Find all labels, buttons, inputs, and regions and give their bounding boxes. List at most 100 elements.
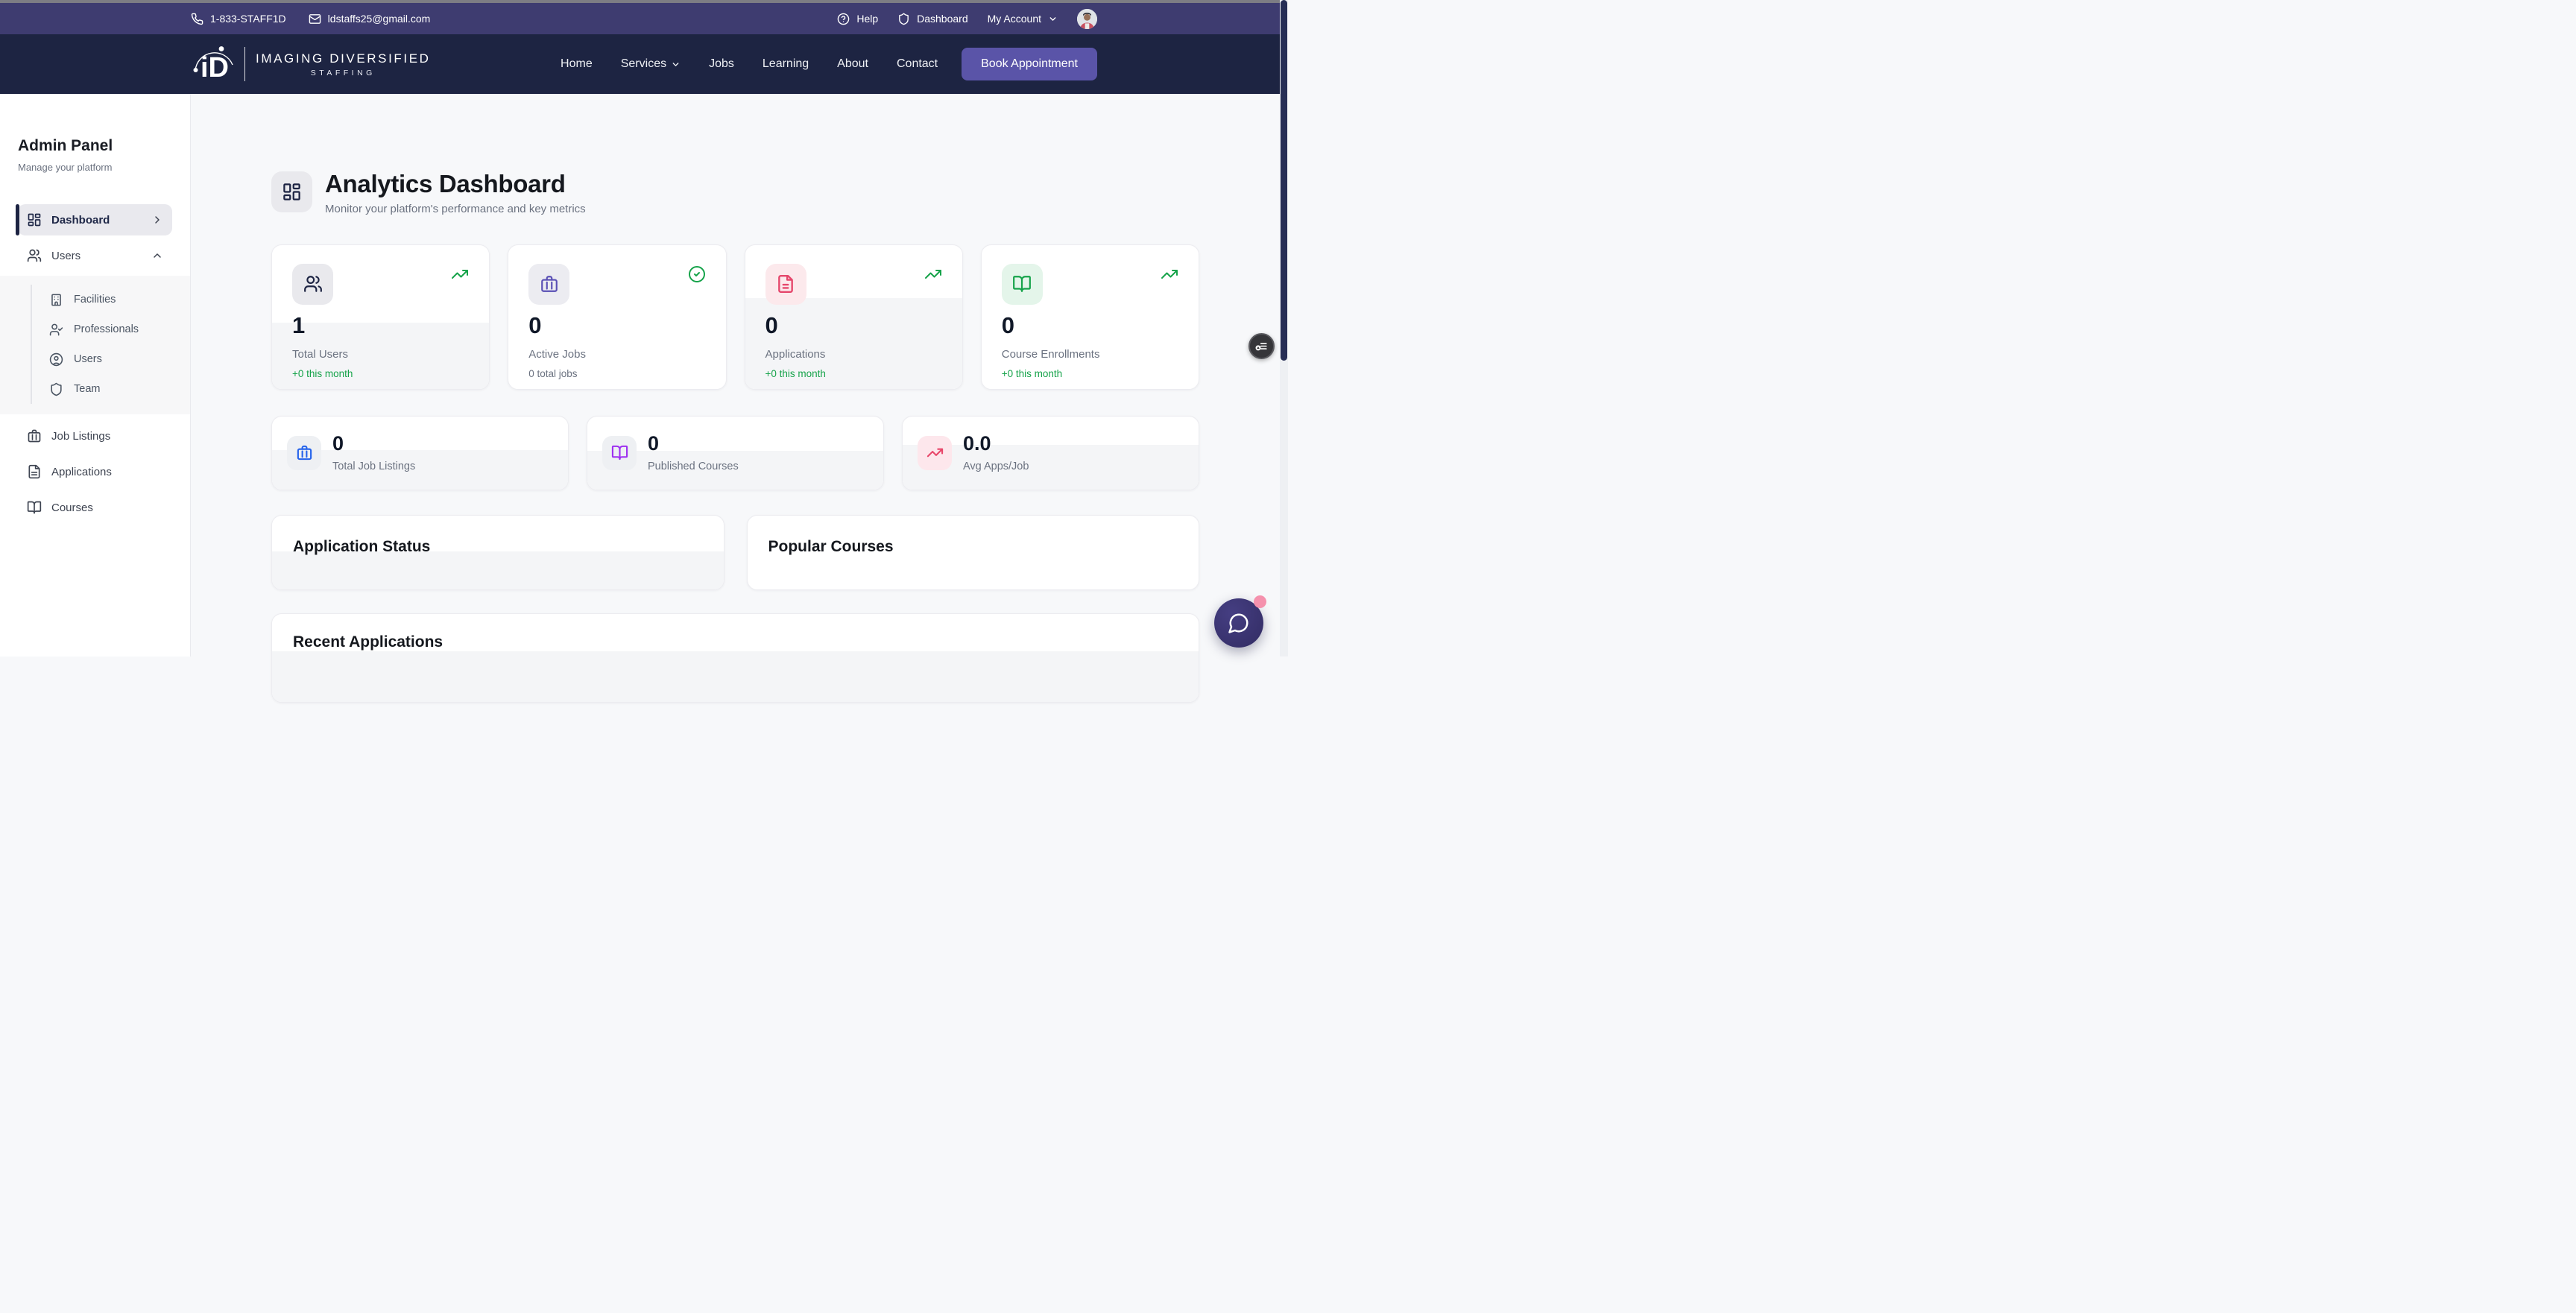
sidebar-item-users[interactable]: Users bbox=[18, 240, 172, 271]
help-link[interactable]: Help bbox=[837, 13, 878, 25]
sidebar-subtitle: Manage your platform bbox=[18, 162, 172, 173]
scrollbar-thumb[interactable] bbox=[1281, 0, 1287, 361]
book-open-icon bbox=[602, 436, 637, 470]
stat-delta: +0 this month bbox=[765, 368, 942, 379]
mini-card-total-job-listings: 0 Total Job Listings bbox=[271, 416, 569, 490]
shield-icon bbox=[49, 382, 63, 396]
book-open-icon bbox=[1002, 264, 1043, 305]
dashboard-link[interactable]: Dashboard bbox=[897, 13, 968, 25]
main-navbar: iD IMAGING DIVERSIFIED STAFFING Home Ser… bbox=[0, 34, 1288, 94]
nav-label: About bbox=[837, 57, 868, 71]
sidebar-subitem-label: Users bbox=[74, 353, 102, 365]
logo-mark-icon: iD bbox=[191, 42, 239, 86]
nav-item-services[interactable]: Services bbox=[621, 57, 681, 71]
mini-card-published-courses: 0 Published Courses bbox=[587, 416, 884, 490]
nav-label: Services bbox=[621, 57, 666, 71]
stat-card-active-jobs: 0 Active Jobs 0 total jobs bbox=[508, 244, 726, 390]
nav-links: Home Services Jobs Learning About Contac… bbox=[561, 57, 938, 71]
sidebar-subitem-facilities[interactable]: Facilities bbox=[32, 285, 190, 314]
chevron-right-icon bbox=[151, 214, 163, 226]
trending-up-icon bbox=[918, 436, 952, 470]
recent-applications-card: Recent Applications bbox=[271, 613, 1199, 703]
book-open-icon bbox=[27, 500, 42, 515]
sidebar-item-label: Job Listings bbox=[51, 430, 110, 443]
stat-label: Active Jobs bbox=[528, 348, 705, 361]
sidebar-item-job-listings[interactable]: Job Listings bbox=[18, 420, 172, 452]
section-title: Application Status bbox=[293, 538, 703, 556]
sidebar-item-dashboard[interactable]: Dashboard bbox=[18, 204, 172, 235]
nav-item-learning[interactable]: Learning bbox=[763, 57, 809, 71]
sidebar-item-courses[interactable]: Courses bbox=[18, 492, 172, 523]
list-menu-icon bbox=[1254, 339, 1269, 353]
chevron-up-icon bbox=[151, 250, 163, 262]
circle-user-icon bbox=[49, 352, 63, 367]
brand-tagline: STAFFING bbox=[256, 69, 431, 77]
nav-item-home[interactable]: Home bbox=[561, 57, 593, 71]
book-appointment-button[interactable]: Book Appointment bbox=[962, 48, 1097, 80]
email-address: ldstaffs25@gmail.com bbox=[328, 13, 431, 25]
mini-stat-label: Avg Apps/Job bbox=[963, 461, 1029, 472]
mini-stat-value: 0 bbox=[648, 434, 739, 454]
my-account-menu[interactable]: My Account bbox=[988, 13, 1058, 25]
screen: 1-833-STAFF1D ldstaffs25@gmail.com Help bbox=[0, 0, 1288, 656]
sidebar-item-applications[interactable]: Applications bbox=[18, 456, 172, 487]
analytics-grid-icon bbox=[271, 171, 312, 212]
mini-stats-grid: 0 Total Job Listings 0 Published Courses bbox=[271, 416, 1199, 490]
help-label: Help bbox=[856, 13, 878, 25]
topbar: 1-833-STAFF1D ldstaffs25@gmail.com Help bbox=[0, 3, 1288, 34]
nav-item-contact[interactable]: Contact bbox=[897, 57, 938, 71]
brand-divider bbox=[244, 47, 245, 81]
section-title: Popular Courses bbox=[768, 538, 1178, 556]
mini-stat-label: Total Job Listings bbox=[332, 461, 415, 472]
stat-card-total-users: 1 Total Users +0 this month bbox=[271, 244, 490, 390]
dashboard-grid-icon bbox=[27, 212, 42, 227]
page-scrollbar bbox=[1280, 0, 1288, 656]
mini-stat-label: Published Courses bbox=[648, 461, 739, 472]
sidebar-subitem-label: Professionals bbox=[74, 323, 139, 335]
popular-courses-card: Popular Courses bbox=[747, 515, 1200, 590]
section-title: Recent Applications bbox=[293, 633, 1178, 651]
shield-icon bbox=[897, 13, 910, 25]
user-avatar[interactable] bbox=[1077, 9, 1097, 29]
brand-logo[interactable]: iD IMAGING DIVERSIFIED STAFFING bbox=[191, 42, 431, 86]
sidebar-subitem-users[interactable]: Users bbox=[32, 344, 190, 374]
logo-mark-text: iD bbox=[201, 52, 229, 83]
phone-link[interactable]: 1-833-STAFF1D bbox=[191, 13, 286, 25]
sidebar-subitem-team[interactable]: Team bbox=[32, 374, 190, 404]
chat-notification-dot bbox=[1254, 595, 1266, 608]
check-circle-icon bbox=[688, 265, 706, 283]
nav-label: Home bbox=[561, 57, 593, 71]
stat-value: 1 bbox=[292, 314, 469, 337]
file-text-icon bbox=[27, 464, 42, 479]
users-icon bbox=[292, 264, 333, 305]
email-link[interactable]: ldstaffs25@gmail.com bbox=[309, 13, 431, 25]
nav-item-jobs[interactable]: Jobs bbox=[709, 57, 734, 71]
mail-icon bbox=[309, 13, 321, 25]
user-check-icon bbox=[49, 323, 63, 337]
stats-grid: 1 Total Users +0 this month 0 Active Job… bbox=[271, 244, 1199, 390]
sidebar-title: Admin Panel bbox=[18, 137, 172, 155]
briefcase-icon bbox=[287, 436, 321, 470]
admin-sidebar: Admin Panel Manage your platform Dashboa… bbox=[0, 94, 191, 656]
chevron-down-icon bbox=[1048, 14, 1058, 24]
stat-value: 0 bbox=[1002, 314, 1178, 337]
chat-bubble-icon bbox=[1228, 612, 1250, 634]
card-shade bbox=[272, 551, 724, 589]
dashboard-content: Analytics Dashboard Monitor your platfor… bbox=[191, 94, 1288, 656]
page-title: Analytics Dashboard bbox=[325, 171, 586, 197]
trending-up-icon bbox=[1161, 265, 1178, 283]
sidebar-item-label: Courses bbox=[51, 502, 93, 514]
sidebar-subitem-professionals[interactable]: Professionals bbox=[32, 314, 190, 344]
trending-up-icon bbox=[924, 265, 942, 283]
stat-delta: 0 total jobs bbox=[528, 368, 705, 379]
accessibility-widget-button[interactable] bbox=[1248, 333, 1275, 359]
sidebar-item-label: Applications bbox=[51, 466, 112, 478]
stat-label: Applications bbox=[765, 348, 942, 361]
stat-value: 0 bbox=[528, 314, 705, 337]
sidebar-item-label: Users bbox=[51, 250, 80, 262]
stat-card-course-enrollments: 0 Course Enrollments +0 this month bbox=[981, 244, 1199, 390]
phone-number: 1-833-STAFF1D bbox=[210, 13, 286, 25]
sidebar-subitem-label: Facilities bbox=[74, 294, 116, 306]
nav-item-about[interactable]: About bbox=[837, 57, 868, 71]
dashboard-label: Dashboard bbox=[917, 13, 968, 25]
